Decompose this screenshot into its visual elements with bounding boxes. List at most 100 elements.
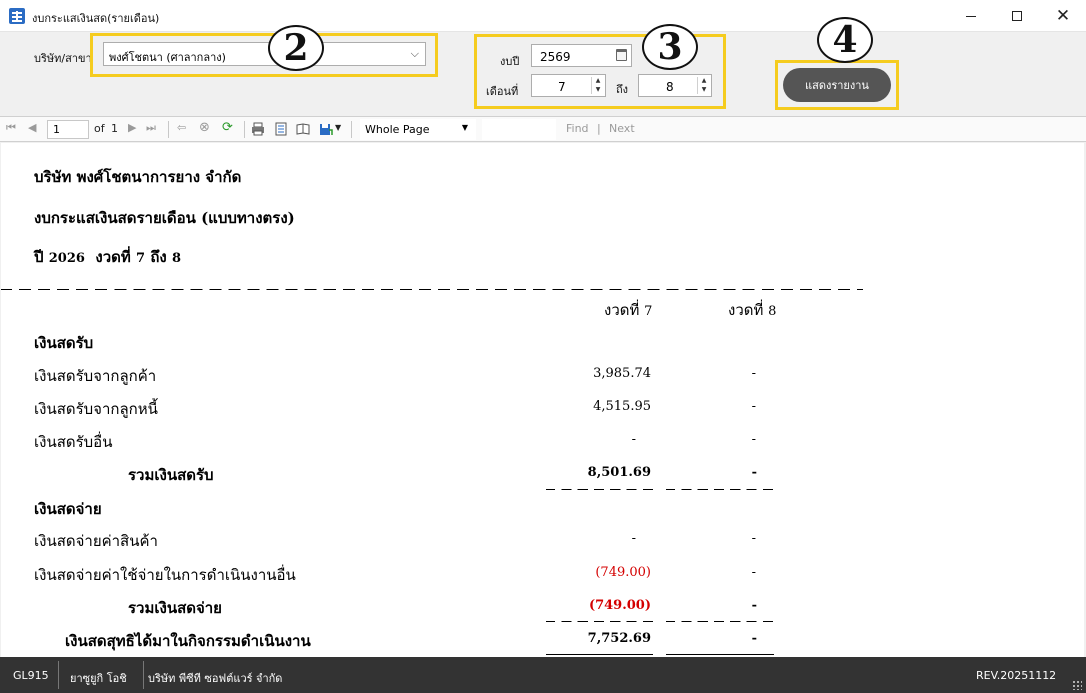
page-total: 1: [111, 122, 118, 135]
toolbar-separator: [168, 121, 169, 138]
net-underline: [546, 654, 653, 655]
total-underline: [546, 621, 653, 622]
report-company: บริษัท พงศ์โชตนาการยาง จำกัด: [34, 168, 242, 186]
payment-row-label: เงินสดจ่ายค่าใช้จ่ายในการดำเนินงานอื่น: [34, 566, 296, 584]
status-bar: GL915 ยาซูยูกิ โอชิ บริษัท พีซีที ซอฟต์แ…: [0, 657, 1086, 693]
zoom-value: Whole Page: [365, 123, 430, 136]
report-page: บริษัท พงศ์โชตนาการยาง จำกัด งบกระแสเงิน…: [1, 143, 1084, 657]
receipt-row-p8: -: [751, 366, 756, 381]
maximize-icon: [1012, 11, 1022, 21]
callout-3: 3: [642, 24, 698, 70]
column-header-8: งวดที่ 8: [728, 298, 776, 322]
find-next-button[interactable]: Next: [609, 122, 635, 135]
total-underline: [666, 621, 774, 622]
highlight-box-company: [90, 33, 438, 77]
receipts-header: เงินสดรับ: [34, 334, 94, 352]
net-total-p7: 7,752.69: [587, 631, 651, 646]
payments-header: เงินสดจ่าย: [34, 500, 102, 518]
stop-icon[interactable]: ⊗: [199, 120, 210, 135]
column-num: 7: [644, 304, 653, 319]
find-button[interactable]: Find: [566, 122, 589, 135]
last-page-icon[interactable]: ⏭: [146, 121, 156, 135]
receipt-row-label: เงินสดรับจากลูกหนี้: [34, 400, 158, 418]
period-prefix: ปี: [34, 248, 44, 266]
minimize-icon: [966, 15, 976, 17]
receipt-row-p8: -: [751, 432, 756, 447]
refresh-icon[interactable]: ⟳: [222, 120, 233, 135]
net-total-label: เงินสดสุทธิได้มาในกิจกรรมดำเนินงาน: [65, 632, 311, 650]
export-icon[interactable]: [319, 122, 333, 136]
close-button[interactable]: ✕: [1040, 0, 1086, 32]
print-layout-icon[interactable]: [274, 122, 288, 136]
header-divider: [1, 289, 863, 290]
user-name: ยาซูยูกิ โอชิ: [70, 672, 127, 685]
net-total-p8: -: [751, 631, 757, 646]
receipts-total-p8: -: [751, 465, 757, 480]
next-page-icon[interactable]: ▶: [128, 121, 136, 134]
prev-page-icon[interactable]: ◀: [28, 121, 36, 134]
page-current: 1: [53, 123, 60, 136]
report-period: ปี 2026 งวดที่ 7 ถึง 8: [34, 245, 181, 269]
payment-row-p8: -: [751, 531, 756, 546]
window-title: งบกระแสเงินสด(รายเดือน): [32, 12, 160, 25]
period-to: 8: [171, 251, 181, 266]
toolbar-separator: [244, 121, 245, 138]
report-title: งบกระแสเงินสดรายเดือน (แบบทางตรง): [34, 209, 295, 227]
payments-total-p8: -: [751, 598, 757, 613]
period-to-word: ถึง: [150, 248, 167, 266]
find-input[interactable]: [482, 119, 556, 140]
company-name: บริษัท พีซีที ซอฟต์แวร์ จำกัด: [148, 672, 283, 685]
receipt-row-p7: 3,985.74: [593, 366, 651, 381]
receipt-row-label: เงินสดรับจากลูกค้า: [34, 367, 157, 385]
payments-total-p7: (749.00): [588, 598, 651, 613]
minimize-button[interactable]: [948, 0, 994, 32]
report-toolbar: ⏮ ◀ 1 of 1 ▶ ⏭ ⇦ ⊗ ⟳ ▼ Whole Page ▼ Find…: [0, 116, 1086, 142]
period-from: 7: [136, 251, 146, 266]
zoom-select[interactable]: Whole Page ▼: [360, 119, 476, 140]
parameter-panel: บริษัท/สาขา พงศ์โชตนา (ศาลากลาง) ⌵ งบปี …: [0, 17, 1086, 116]
column-num: 8: [768, 304, 777, 319]
column-label: งวดที่: [604, 301, 640, 319]
period-year: 2026: [48, 251, 85, 266]
title-bar: งบกระแสเงินสด(รายเดือน) ✕: [0, 0, 1086, 32]
receipt-row-p7: 4,515.95: [593, 399, 651, 414]
callout-2: 2: [268, 25, 324, 71]
print-icon[interactable]: [251, 122, 265, 136]
toolbar-separator: [351, 121, 352, 138]
company-label: บริษัท/สาขา: [34, 52, 92, 65]
revision: REV.20251112: [976, 669, 1057, 682]
export-dropdown-icon[interactable]: ▼: [335, 123, 341, 132]
page-setup-icon[interactable]: [296, 122, 310, 136]
page-of-label: of: [94, 122, 105, 135]
callout-4: 4: [817, 17, 873, 63]
first-page-icon[interactable]: ⏮: [6, 121, 16, 135]
payment-row-p8: -: [751, 565, 756, 580]
back-icon[interactable]: ⇦: [177, 121, 186, 134]
receipt-row-p8: -: [751, 399, 756, 414]
receipt-row-p7: -: [631, 432, 636, 447]
payments-total-label: รวมเงินสดจ่าย: [128, 599, 222, 617]
total-underline: [666, 489, 774, 490]
net-underline: [666, 654, 774, 655]
payment-row-p7: (749.00): [595, 565, 651, 580]
receipt-row-label: เงินสดรับอื่น: [34, 433, 113, 451]
period-mid: งวดที่: [95, 248, 131, 266]
total-underline: [546, 489, 653, 490]
program-code: GL915: [13, 669, 49, 682]
status-separator: [58, 661, 59, 689]
chevron-down-icon: ▼: [461, 123, 468, 132]
status-separator: [143, 661, 144, 689]
maximize-button[interactable]: [994, 0, 1040, 32]
receipts-total-p7: 8,501.69: [587, 465, 651, 480]
highlight-box-run: [775, 60, 899, 110]
payment-row-label: เงินสดจ่ายค่าสินค้า: [34, 532, 158, 550]
resize-grip-icon[interactable]: [1072, 680, 1082, 690]
app-icon: [9, 8, 25, 24]
payment-row-p7: -: [631, 531, 636, 546]
find-separator: |: [597, 122, 601, 135]
receipts-total-label: รวมเงินสดรับ: [128, 466, 214, 484]
column-header-7: งวดที่ 7: [604, 298, 652, 322]
page-number-input[interactable]: 1: [47, 120, 89, 139]
column-label: งวดที่: [728, 301, 764, 319]
close-icon: ✕: [1055, 5, 1071, 26]
